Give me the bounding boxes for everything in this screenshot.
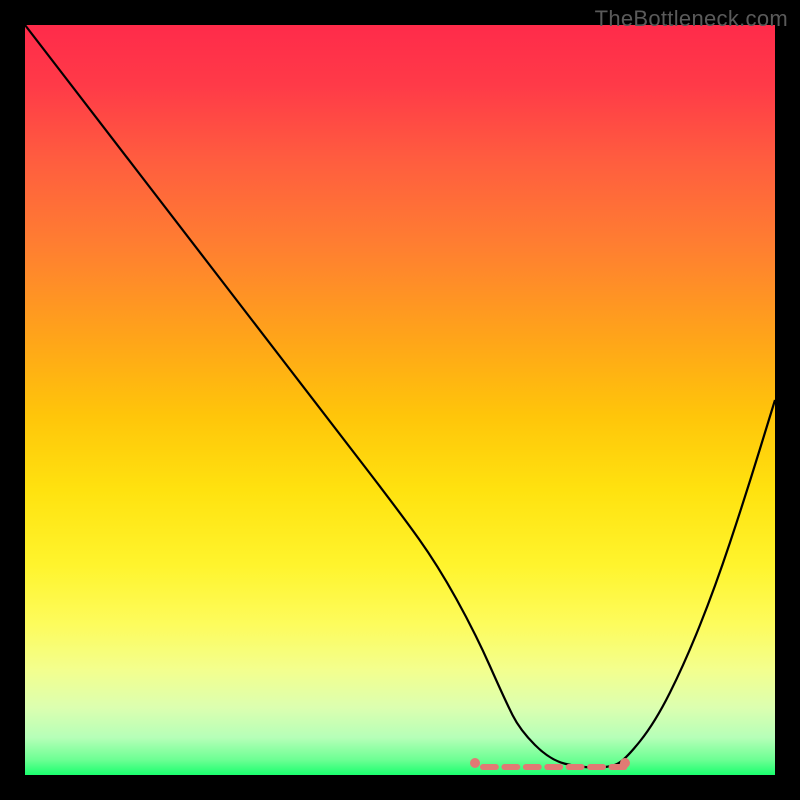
bottleneck-chart: [25, 25, 775, 775]
watermark-text: TheBottleneck.com: [595, 6, 788, 32]
bottleneck-curve-line: [25, 25, 775, 768]
